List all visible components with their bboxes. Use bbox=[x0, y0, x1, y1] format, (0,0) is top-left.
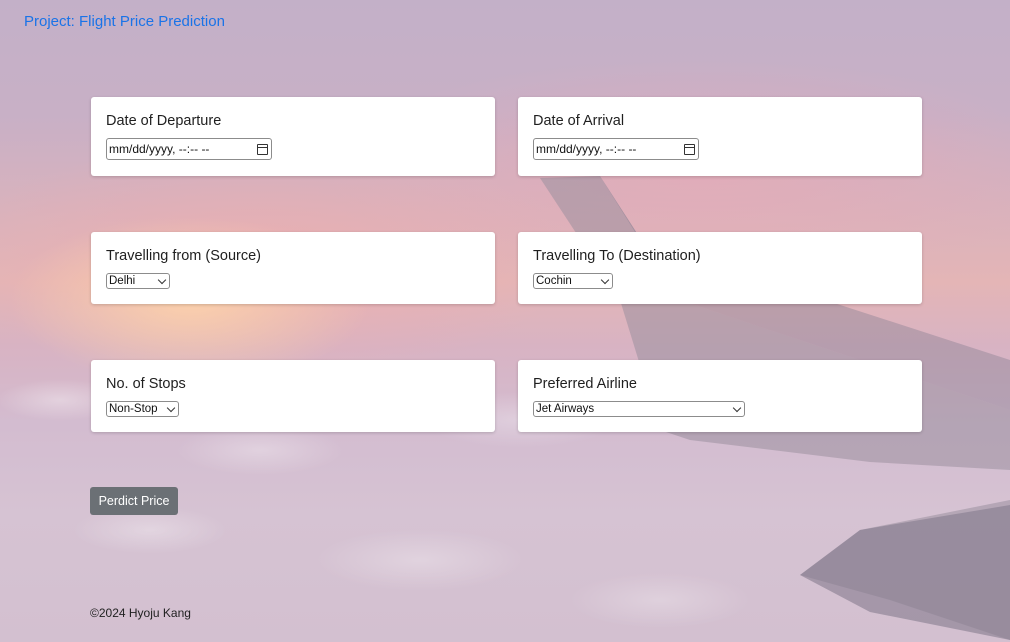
calendar-icon[interactable] bbox=[257, 143, 268, 155]
arrival-label: Date of Arrival bbox=[533, 113, 625, 129]
airline-selected-value: Jet Airways bbox=[536, 403, 595, 415]
departure-label: Date of Departure bbox=[106, 113, 222, 129]
stops-selected-value: Non-Stop bbox=[109, 403, 158, 415]
arrival-card: Date of Arrival mm/dd/yyyy, --:-- -- bbox=[518, 97, 922, 176]
arrival-date-value: mm/dd/yyyy, --:-- -- bbox=[536, 142, 637, 156]
departure-date-input[interactable]: mm/dd/yyyy, --:-- -- bbox=[106, 138, 272, 160]
stops-card: No. of Stops Non-Stop bbox=[91, 360, 495, 432]
departure-date-value: mm/dd/yyyy, --:-- -- bbox=[109, 142, 210, 156]
arrival-date-input[interactable]: mm/dd/yyyy, --:-- -- bbox=[533, 138, 699, 160]
calendar-icon[interactable] bbox=[684, 143, 695, 155]
source-selected-value: Delhi bbox=[109, 275, 136, 287]
airline-card: Preferred Airline Jet Airways bbox=[518, 360, 922, 432]
airline-select[interactable]: Jet Airways bbox=[533, 401, 745, 417]
chevron-down-icon bbox=[166, 403, 176, 412]
airline-label: Preferred Airline bbox=[533, 376, 637, 392]
destination-select[interactable]: Cochin bbox=[533, 273, 613, 289]
chevron-down-icon bbox=[732, 403, 742, 412]
departure-card: Date of Departure mm/dd/yyyy, --:-- -- bbox=[91, 97, 495, 176]
destination-selected-value: Cochin bbox=[536, 275, 572, 287]
predict-price-button[interactable]: Perdict Price bbox=[90, 487, 178, 515]
source-select[interactable]: Delhi bbox=[106, 273, 170, 289]
stops-label: No. of Stops bbox=[106, 376, 186, 392]
source-label: Travelling from (Source) bbox=[106, 248, 261, 264]
destination-label: Travelling To (Destination) bbox=[533, 248, 701, 264]
stops-select[interactable]: Non-Stop bbox=[106, 401, 179, 417]
destination-card: Travelling To (Destination) Cochin bbox=[518, 232, 922, 304]
project-title-link[interactable]: Project: Flight Price Prediction bbox=[24, 13, 225, 30]
chevron-down-icon bbox=[157, 275, 167, 284]
chevron-down-icon bbox=[600, 275, 610, 284]
source-card: Travelling from (Source) Delhi bbox=[91, 232, 495, 304]
footer-copyright: ©2024 Hyoju Kang bbox=[90, 606, 191, 620]
